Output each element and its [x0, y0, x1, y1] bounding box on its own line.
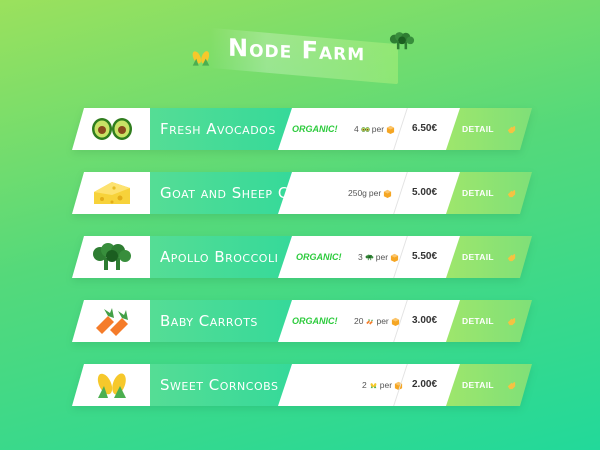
divider	[393, 108, 408, 150]
box-icon	[383, 189, 392, 198]
detail-button[interactable]: DETAIL	[446, 236, 532, 278]
detail-label[interactable]: DETAIL	[462, 236, 494, 278]
detail-button[interactable]: DETAIL	[446, 172, 532, 214]
product-image	[72, 364, 152, 406]
corn-icon	[90, 370, 134, 400]
broccoli-icon	[90, 242, 134, 272]
quantity-value: 3	[358, 252, 363, 262]
product-price: 5.00€	[412, 187, 438, 198]
quantity-per: per	[379, 380, 393, 390]
product-meta: ORGANIC! 20 per 3.00€	[278, 300, 478, 342]
product-price: 3.00€	[412, 315, 438, 326]
product-image	[72, 172, 152, 214]
quantity-value: 250g	[348, 188, 367, 198]
product-meta: 2 per 2.00€	[278, 364, 478, 406]
organic-badge: ORGANIC!	[296, 252, 342, 262]
pointing-hand-icon	[506, 188, 517, 199]
quantity-value: 20	[354, 316, 364, 326]
carrot-icon	[365, 317, 374, 326]
detail-label[interactable]: DETAIL	[462, 172, 494, 214]
detail-label[interactable]: DETAIL	[462, 364, 494, 406]
page-title: Node Farm	[228, 33, 366, 67]
product-price: 6.50€	[412, 123, 438, 134]
product-meta: 250g per 5.00€	[278, 172, 478, 214]
pointing-hand-icon	[506, 124, 517, 135]
quantity-per: per	[368, 188, 382, 198]
broccoli-icon	[388, 26, 416, 56]
corn-icon	[369, 381, 378, 390]
broccoli-icon	[365, 253, 374, 262]
quantity: 20 per	[354, 300, 400, 342]
quantity: 250g per	[348, 172, 392, 214]
organic-badge: ORGANIC!	[292, 316, 338, 326]
product-card[interactable]: Apollo Broccoli ORGANIC! 3 per 5.50€ DET…	[72, 236, 532, 278]
detail-button[interactable]: DETAIL	[446, 300, 532, 342]
product-card[interactable]: Sweet Corncobs 2 per 2.00€ DETAIL	[72, 364, 532, 406]
corn-icon	[188, 44, 214, 72]
cheese-icon	[90, 178, 134, 208]
avocado-icon	[361, 125, 370, 134]
product-name[interactable]: Apollo Broccoli	[160, 236, 278, 278]
quantity-per: per	[375, 252, 389, 262]
quantity: 2 per	[362, 364, 403, 406]
product-meta: ORGANIC! 3 per 5.50€	[278, 236, 478, 278]
product-name[interactable]: Baby Carrots	[160, 300, 258, 342]
product-price: 5.50€	[412, 251, 438, 262]
quantity: 3 per	[358, 236, 399, 278]
pointing-hand-icon	[506, 252, 517, 263]
quantity-per: per	[376, 316, 389, 326]
divider	[393, 172, 408, 214]
product-image	[72, 236, 152, 278]
product-card[interactable]: Baby Carrots ORGANIC! 20 per 3.00€ DETAI…	[72, 300, 532, 342]
product-card[interactable]: Goat and Sheep Cheese 250g per 5.00€ DET…	[72, 172, 532, 214]
quantity: 4 per	[354, 108, 395, 150]
header-banner: Node Farm	[188, 27, 416, 85]
quantity-value: 4	[354, 124, 359, 134]
quantity-value: 2	[362, 380, 367, 390]
product-name[interactable]: Sweet Corncobs	[160, 364, 278, 406]
organic-badge: ORGANIC!	[292, 124, 338, 134]
pointing-hand-icon	[506, 316, 517, 327]
quantity-per: per	[371, 124, 385, 134]
product-image	[72, 300, 152, 342]
product-card[interactable]: Fresh Avocados ORGANIC! 4 per 6.50€ DETA…	[72, 108, 532, 150]
detail-button[interactable]: DETAIL	[446, 108, 532, 150]
detail-label[interactable]: DETAIL	[462, 108, 494, 150]
box-icon	[386, 125, 395, 134]
product-image	[72, 108, 152, 150]
product-meta: ORGANIC! 4 per 6.50€	[278, 108, 478, 150]
product-name[interactable]: Fresh Avocados	[160, 108, 276, 150]
product-list: Fresh Avocados ORGANIC! 4 per 6.50€ DETA…	[72, 108, 532, 428]
detail-button[interactable]: DETAIL	[446, 364, 532, 406]
carrot-icon	[90, 306, 134, 336]
avocado-icon	[90, 114, 134, 144]
product-price: 2.00€	[412, 379, 438, 390]
pointing-hand-icon	[506, 380, 517, 391]
detail-label[interactable]: DETAIL	[462, 300, 494, 342]
